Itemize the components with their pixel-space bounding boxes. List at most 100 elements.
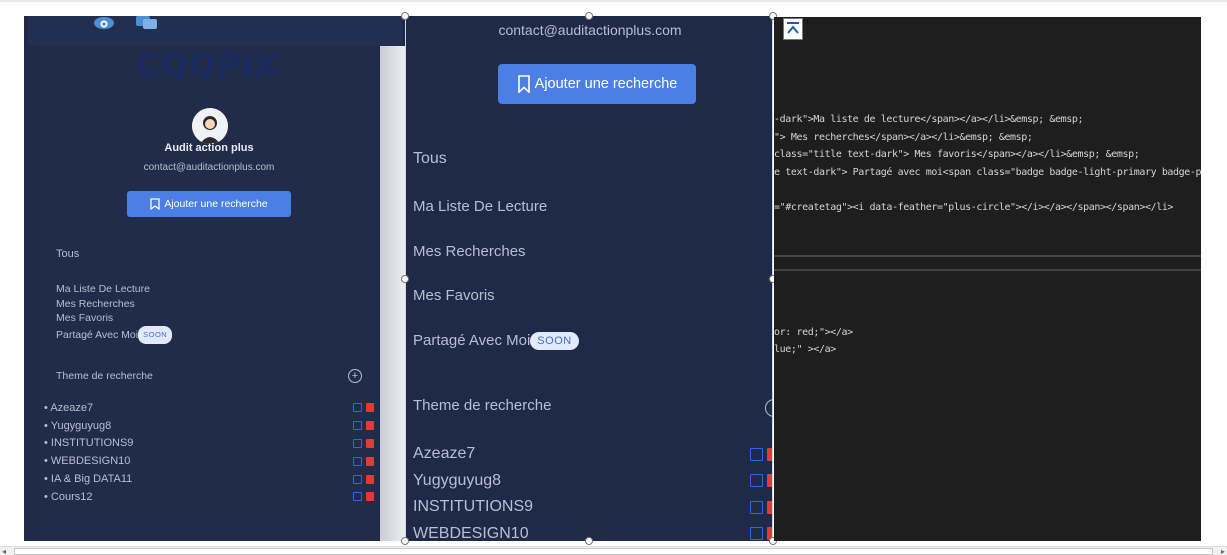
trash-icon[interactable]	[366, 403, 374, 413]
edit-icon[interactable]	[353, 438, 362, 448]
cloud-icon[interactable]	[92, 16, 116, 32]
user-email: contact@auditactionplus.com	[143, 162, 275, 173]
bookmark-icon	[517, 75, 530, 93]
edit-icon[interactable]	[353, 492, 362, 502]
theme-list: • Azeaze7 • Yugyguyug8 • INSTITUTIONS9 •…	[44, 399, 374, 506]
trash-icon[interactable]	[767, 474, 772, 488]
soon-badge: SOON	[530, 331, 579, 350]
left-screenshot: CQQPIX Audit action plus contact@auditac…	[24, 16, 406, 541]
resize-handle[interactable]	[585, 12, 593, 20]
list-item[interactable]: WEBDESIGN10	[413, 521, 772, 541]
theme-label: Cours12	[50, 490, 93, 503]
menu-item-shared-label: Partagé Avec Moi	[56, 328, 139, 341]
bookmark-icon	[150, 198, 160, 210]
middle-screenshot[interactable]: contact@auditactionplus.com Ajouter une …	[405, 16, 773, 541]
edit-icon[interactable]	[353, 456, 362, 466]
collapse-icon[interactable]	[783, 18, 803, 40]
filter-all[interactable]: Tous	[56, 248, 79, 260]
list-item[interactable]: Yugyguyug8	[413, 468, 772, 495]
theme-label: Yugyguyug8	[50, 419, 112, 432]
add-search-label: Ajouter une recherche	[164, 198, 268, 210]
add-search-button[interactable]: Ajouter une recherche	[498, 64, 696, 104]
left-margin	[24, 46, 40, 541]
user-email: contact@auditactionplus.com	[498, 22, 682, 38]
list-item[interactable]: • Yugyguyug8	[44, 417, 374, 435]
code-line: class="title text-dark"> Mes favoris</sp…	[774, 149, 1140, 160]
edit-icon[interactable]	[353, 403, 362, 413]
edit-icon[interactable]	[353, 474, 362, 484]
trash-icon[interactable]	[366, 438, 374, 448]
trash-icon[interactable]	[366, 492, 374, 502]
menu-item-favorites[interactable]: Mes Favoris	[56, 311, 172, 326]
add-search-button[interactable]: Ajouter une recherche	[127, 191, 291, 217]
code-line: or: red;"></a>	[774, 327, 853, 338]
menu-item-reading-list[interactable]: Ma Liste De Lecture	[56, 282, 172, 297]
menu-item-shared[interactable]: Partagé Avec Moi SOON	[413, 332, 579, 377]
list-item[interactable]: Azeaze7	[413, 441, 772, 468]
menu-item-shared-label: Partagé Avec Moi	[413, 331, 531, 349]
resize-handle[interactable]	[401, 537, 409, 545]
logo[interactable]: CQQPIX	[136, 46, 296, 84]
filter-all[interactable]: Tous	[413, 150, 447, 168]
trash-icon[interactable]	[767, 500, 772, 514]
menu-item-favorites[interactable]: Mes Favoris	[413, 287, 579, 332]
theme-label: Yugyguyug8	[413, 471, 502, 489]
menu-list: Ma Liste De Lecture Mes Recherches Mes F…	[56, 282, 173, 344]
code-line: e text-dark"> Partagé avec moi<span clas…	[774, 167, 1201, 178]
edit-icon[interactable]	[750, 500, 763, 514]
theme-label: WEBDESIGN10	[413, 524, 529, 541]
list-item[interactable]: • WEBDESIGN10	[44, 452, 374, 470]
edit-icon[interactable]	[353, 421, 362, 431]
menu-item-my-searches[interactable]: Mes Recherches	[56, 297, 172, 312]
list-item[interactable]: • IA & Big DATA11	[44, 470, 374, 488]
scroll-left-icon[interactable]: ◂	[2, 547, 6, 555]
resize-handle[interactable]	[585, 537, 593, 545]
trash-icon[interactable]	[767, 447, 772, 461]
code-screenshot: -dark">Ma liste de lecture</span></a></l…	[774, 17, 1201, 541]
list-item[interactable]: • INSTITUTIONS9	[44, 435, 374, 453]
theme-title: Theme de recherche	[56, 370, 153, 382]
user-name: Audit action plus	[164, 142, 254, 154]
top-border	[0, 0, 1227, 2]
trash-icon[interactable]	[366, 456, 374, 466]
list-item[interactable]: • Azeaze7	[44, 399, 374, 417]
trash-icon[interactable]	[366, 474, 374, 484]
chat-icon[interactable]	[134, 16, 160, 32]
collapse-arrow-icon	[787, 22, 799, 34]
theme-label: Azeaze7	[413, 445, 476, 463]
theme-label: Azeaze7	[50, 401, 94, 414]
theme-label: INSTITUTIONS9	[413, 498, 534, 516]
canvas: CQQPIX Audit action plus contact@auditac…	[0, 0, 1227, 555]
add-theme-icon[interactable]	[765, 399, 772, 417]
theme-list: Azeaze7 Yugyguyug8 INSTITUTIONS9 WEBDESI…	[413, 441, 772, 541]
edit-icon[interactable]	[750, 527, 763, 541]
scrollbar-thumb[interactable]	[14, 548, 1213, 555]
menu-item-reading-list[interactable]: Ma Liste De Lecture	[413, 198, 579, 243]
code-line: lue;" ></a>	[774, 344, 836, 355]
divider	[774, 269, 1201, 271]
avatar-icon	[192, 108, 228, 144]
trash-icon[interactable]	[366, 421, 374, 431]
edit-icon[interactable]	[750, 447, 763, 461]
code-line: ="#createtag"><i data-feather="plus-circ…	[774, 202, 1174, 213]
code-line: "> Mes recherches</span></a></li>&emsp; …	[774, 132, 1033, 143]
list-item[interactable]: • Cours12	[44, 488, 374, 506]
edit-icon[interactable]	[750, 474, 763, 488]
avatar[interactable]	[192, 108, 228, 144]
scroll-right-icon[interactable]: ▸	[1221, 547, 1225, 555]
code-line: -dark">Ma liste de lecture</span></a></l…	[774, 114, 1084, 125]
resize-handle[interactable]	[401, 12, 409, 20]
right-shadow	[380, 46, 406, 541]
divider	[774, 255, 1201, 257]
resize-handle[interactable]	[401, 275, 409, 283]
menu-item-my-searches[interactable]: Mes Recherches	[413, 243, 579, 288]
add-theme-icon[interactable]: +	[348, 369, 362, 383]
soon-badge: SOON	[138, 325, 173, 344]
add-search-label: Ajouter une recherche	[534, 76, 678, 92]
menu-item-shared[interactable]: Partagé Avec Moi SOON	[56, 325, 173, 344]
horizontal-scrollbar[interactable]: ◂ ▸	[0, 546, 1227, 555]
theme-label: INSTITUTIONS9	[50, 437, 134, 450]
top-bar	[28, 16, 402, 46]
list-item[interactable]: INSTITUTIONS9	[413, 494, 772, 521]
theme-label: WEBDESIGN10	[50, 455, 131, 468]
